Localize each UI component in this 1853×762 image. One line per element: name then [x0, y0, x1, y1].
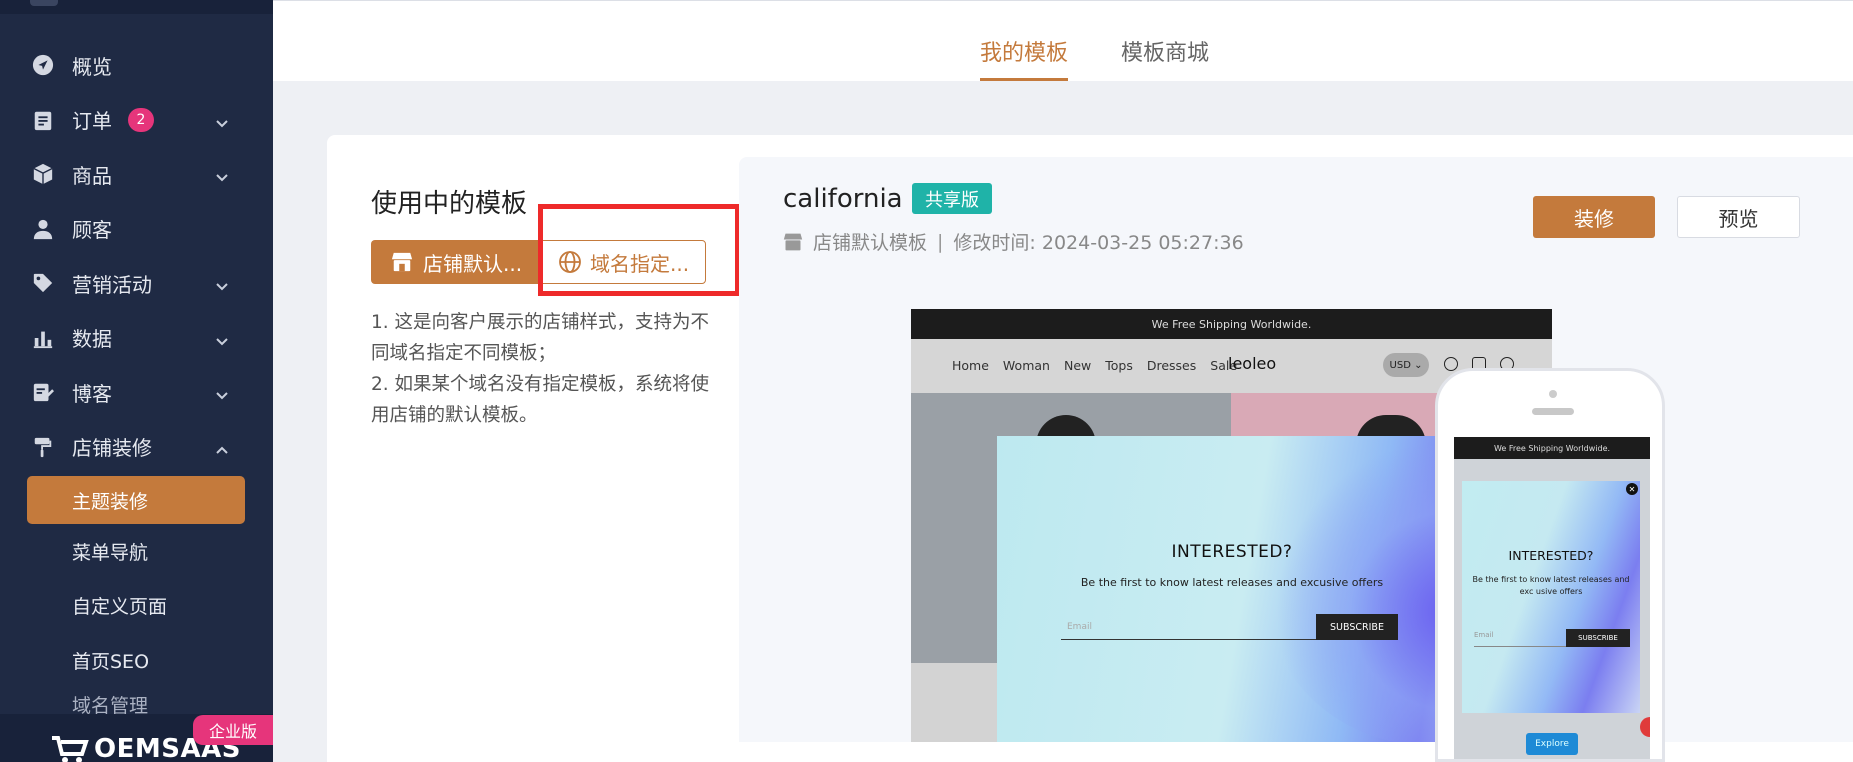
desktop-nav-link: Dresses	[1146, 358, 1197, 373]
chevron-down-icon	[215, 165, 229, 182]
sidebar-item-customers[interactable]: 顾客	[0, 202, 273, 257]
sidebar-knob	[30, 0, 58, 6]
mobile-screen: We Free Shipping Worldwide. INTERESTED? …	[1454, 437, 1650, 759]
decorate-button[interactable]: 装修	[1533, 196, 1655, 238]
annotation-highlight-box	[538, 204, 740, 296]
sidebar-item-label: 顾客	[72, 218, 112, 243]
sidebar-item-orders[interactable]: 订单 2	[0, 93, 273, 148]
sidebar-subitem-menu-navigation[interactable]: 菜单导航	[0, 524, 273, 579]
bar-chart-icon	[32, 327, 54, 349]
phone-speaker	[1532, 408, 1574, 415]
edit-icon	[32, 381, 54, 403]
sidebar: 概览 订单 2 商品 顾客 营销活动 数据 博客 店铺装修 主题装修 菜单导航 …	[0, 0, 273, 762]
chevron-down-icon	[215, 329, 229, 346]
phone-camera	[1549, 390, 1557, 398]
shared-edition-badge: 共享版	[912, 183, 992, 214]
chat-bubble-icon	[1640, 717, 1650, 737]
preview-button[interactable]: 预览	[1677, 196, 1800, 238]
description-line-1: 1. 这是向客户展示的店铺样式，支持为不同域名指定不同模板；	[371, 312, 710, 364]
store-default-button[interactable]: 店铺默认...	[371, 240, 539, 284]
desktop-store-brand: leoleo	[1228, 354, 1277, 373]
active-tab-indicator	[980, 78, 1068, 81]
desktop-nav-link: Woman	[1002, 358, 1050, 373]
top-tab-bar: 我的模板 模板商城	[273, 0, 1853, 81]
sidebar-item-label: 商品	[72, 163, 112, 188]
sidebar-item-label: 博客	[72, 381, 112, 406]
mobile-popup-subtitle: Be the first to know latest releases and…	[1472, 575, 1630, 596]
clipboard-icon	[32, 109, 54, 131]
sidebar-subitem-theme-design[interactable]: 主题装修	[27, 476, 245, 524]
user-icon	[32, 218, 54, 240]
navigation-icon	[32, 54, 54, 76]
meta-separator: |	[937, 230, 944, 253]
template-meta: 店铺默认模板 | 修改时间: 2024-03-25 05:27:36	[783, 228, 1244, 255]
popup-subscribe-button: SUBSCRIBE	[1316, 614, 1398, 640]
mobile-preview: We Free Shipping Worldwide. INTERESTED? …	[1435, 368, 1665, 762]
store-icon	[783, 233, 803, 250]
store-icon	[391, 252, 413, 272]
desktop-nav-link: Home	[952, 358, 989, 373]
popup-title: INTERESTED?	[1171, 542, 1293, 562]
sidebar-item-data[interactable]: 数据	[0, 311, 273, 366]
desktop-nav-link: Tops	[1105, 358, 1133, 373]
desktop-shipping-banner: We Free Shipping Worldwide.	[911, 309, 1552, 339]
mobile-subscribe-button: SUBSCRIBE	[1566, 629, 1630, 647]
section-title: 使用中的模板	[371, 189, 528, 219]
tag-icon	[32, 272, 54, 294]
popup-email-input: Email	[1061, 614, 1336, 640]
desktop-nav-link: New	[1063, 358, 1092, 373]
description-line-2: 2. 如果某个域名没有指定模板，系统将使用店铺的默认模板。	[371, 374, 710, 426]
sidebar-item-label: 营销活动	[72, 272, 152, 297]
sidebar-top-strip	[0, 0, 273, 14]
paint-roller-icon	[32, 436, 54, 458]
chevron-up-icon	[215, 438, 229, 454]
sidebar-item-label: 订单	[72, 109, 112, 134]
sidebar-item-marketing[interactable]: 营销活动	[0, 256, 273, 311]
currency-selector: USD ⌄	[1383, 353, 1429, 377]
orders-count-badge: 2	[128, 107, 154, 132]
sidebar-item-products[interactable]: 商品	[0, 147, 273, 202]
mobile-popup-title: INTERESTED?	[1508, 548, 1594, 563]
sidebar-subitem-custom-pages[interactable]: 自定义页面	[0, 579, 273, 634]
chevron-down-icon	[215, 274, 229, 291]
sidebar-item-store-design[interactable]: 店铺装修	[0, 420, 273, 475]
account-icon	[1444, 357, 1458, 371]
sidebar-item-label: 概览	[72, 54, 112, 79]
cart-icon	[52, 736, 89, 762]
desktop-nav-links: Home Woman New Tops Dresses Sale	[952, 358, 1237, 373]
mobile-email-input: Email	[1474, 631, 1574, 647]
sidebar-item-label: 店铺装修	[72, 436, 152, 461]
sidebar-item-label: 数据	[72, 327, 112, 352]
mobile-explore-button: Explore	[1526, 733, 1578, 755]
template-description: 1. 这是向客户展示的店铺样式，支持为不同域名指定不同模板； 2. 如果某个域名…	[371, 307, 711, 431]
mobile-subscribe-popup: INTERESTED? Be the first to know latest …	[1462, 481, 1640, 713]
tab-template-store[interactable]: 模板商城	[1121, 35, 1209, 67]
box-icon	[32, 163, 54, 185]
mobile-shipping-banner: We Free Shipping Worldwide.	[1454, 437, 1650, 459]
edition-badge: 企业版	[193, 715, 273, 745]
close-icon: ✕	[1626, 483, 1638, 495]
template-name: california	[783, 184, 903, 214]
sidebar-item-overview[interactable]: 概览	[0, 38, 273, 93]
popup-subtitle: Be the first to know latest releases and…	[1080, 576, 1384, 589]
sidebar-subitem-homepage-seo[interactable]: 首页SEO	[0, 633, 273, 688]
template-type: 店铺默认模板	[813, 232, 928, 254]
template-modified-time: 修改时间: 2024-03-25 05:27:36	[953, 232, 1244, 254]
chevron-down-icon	[215, 383, 229, 400]
store-default-label: 店铺默认...	[423, 251, 523, 276]
sidebar-item-blog[interactable]: 博客	[0, 365, 273, 420]
chevron-down-icon	[215, 111, 229, 128]
sidebar-nav: 概览 订单 2 商品 顾客 营销活动 数据 博客 店铺装修 主题装修 菜单导航 …	[0, 38, 273, 718]
sidebar-subitem-domain-management[interactable]: 域名管理	[0, 688, 273, 718]
tab-my-templates[interactable]: 我的模板	[980, 35, 1068, 67]
